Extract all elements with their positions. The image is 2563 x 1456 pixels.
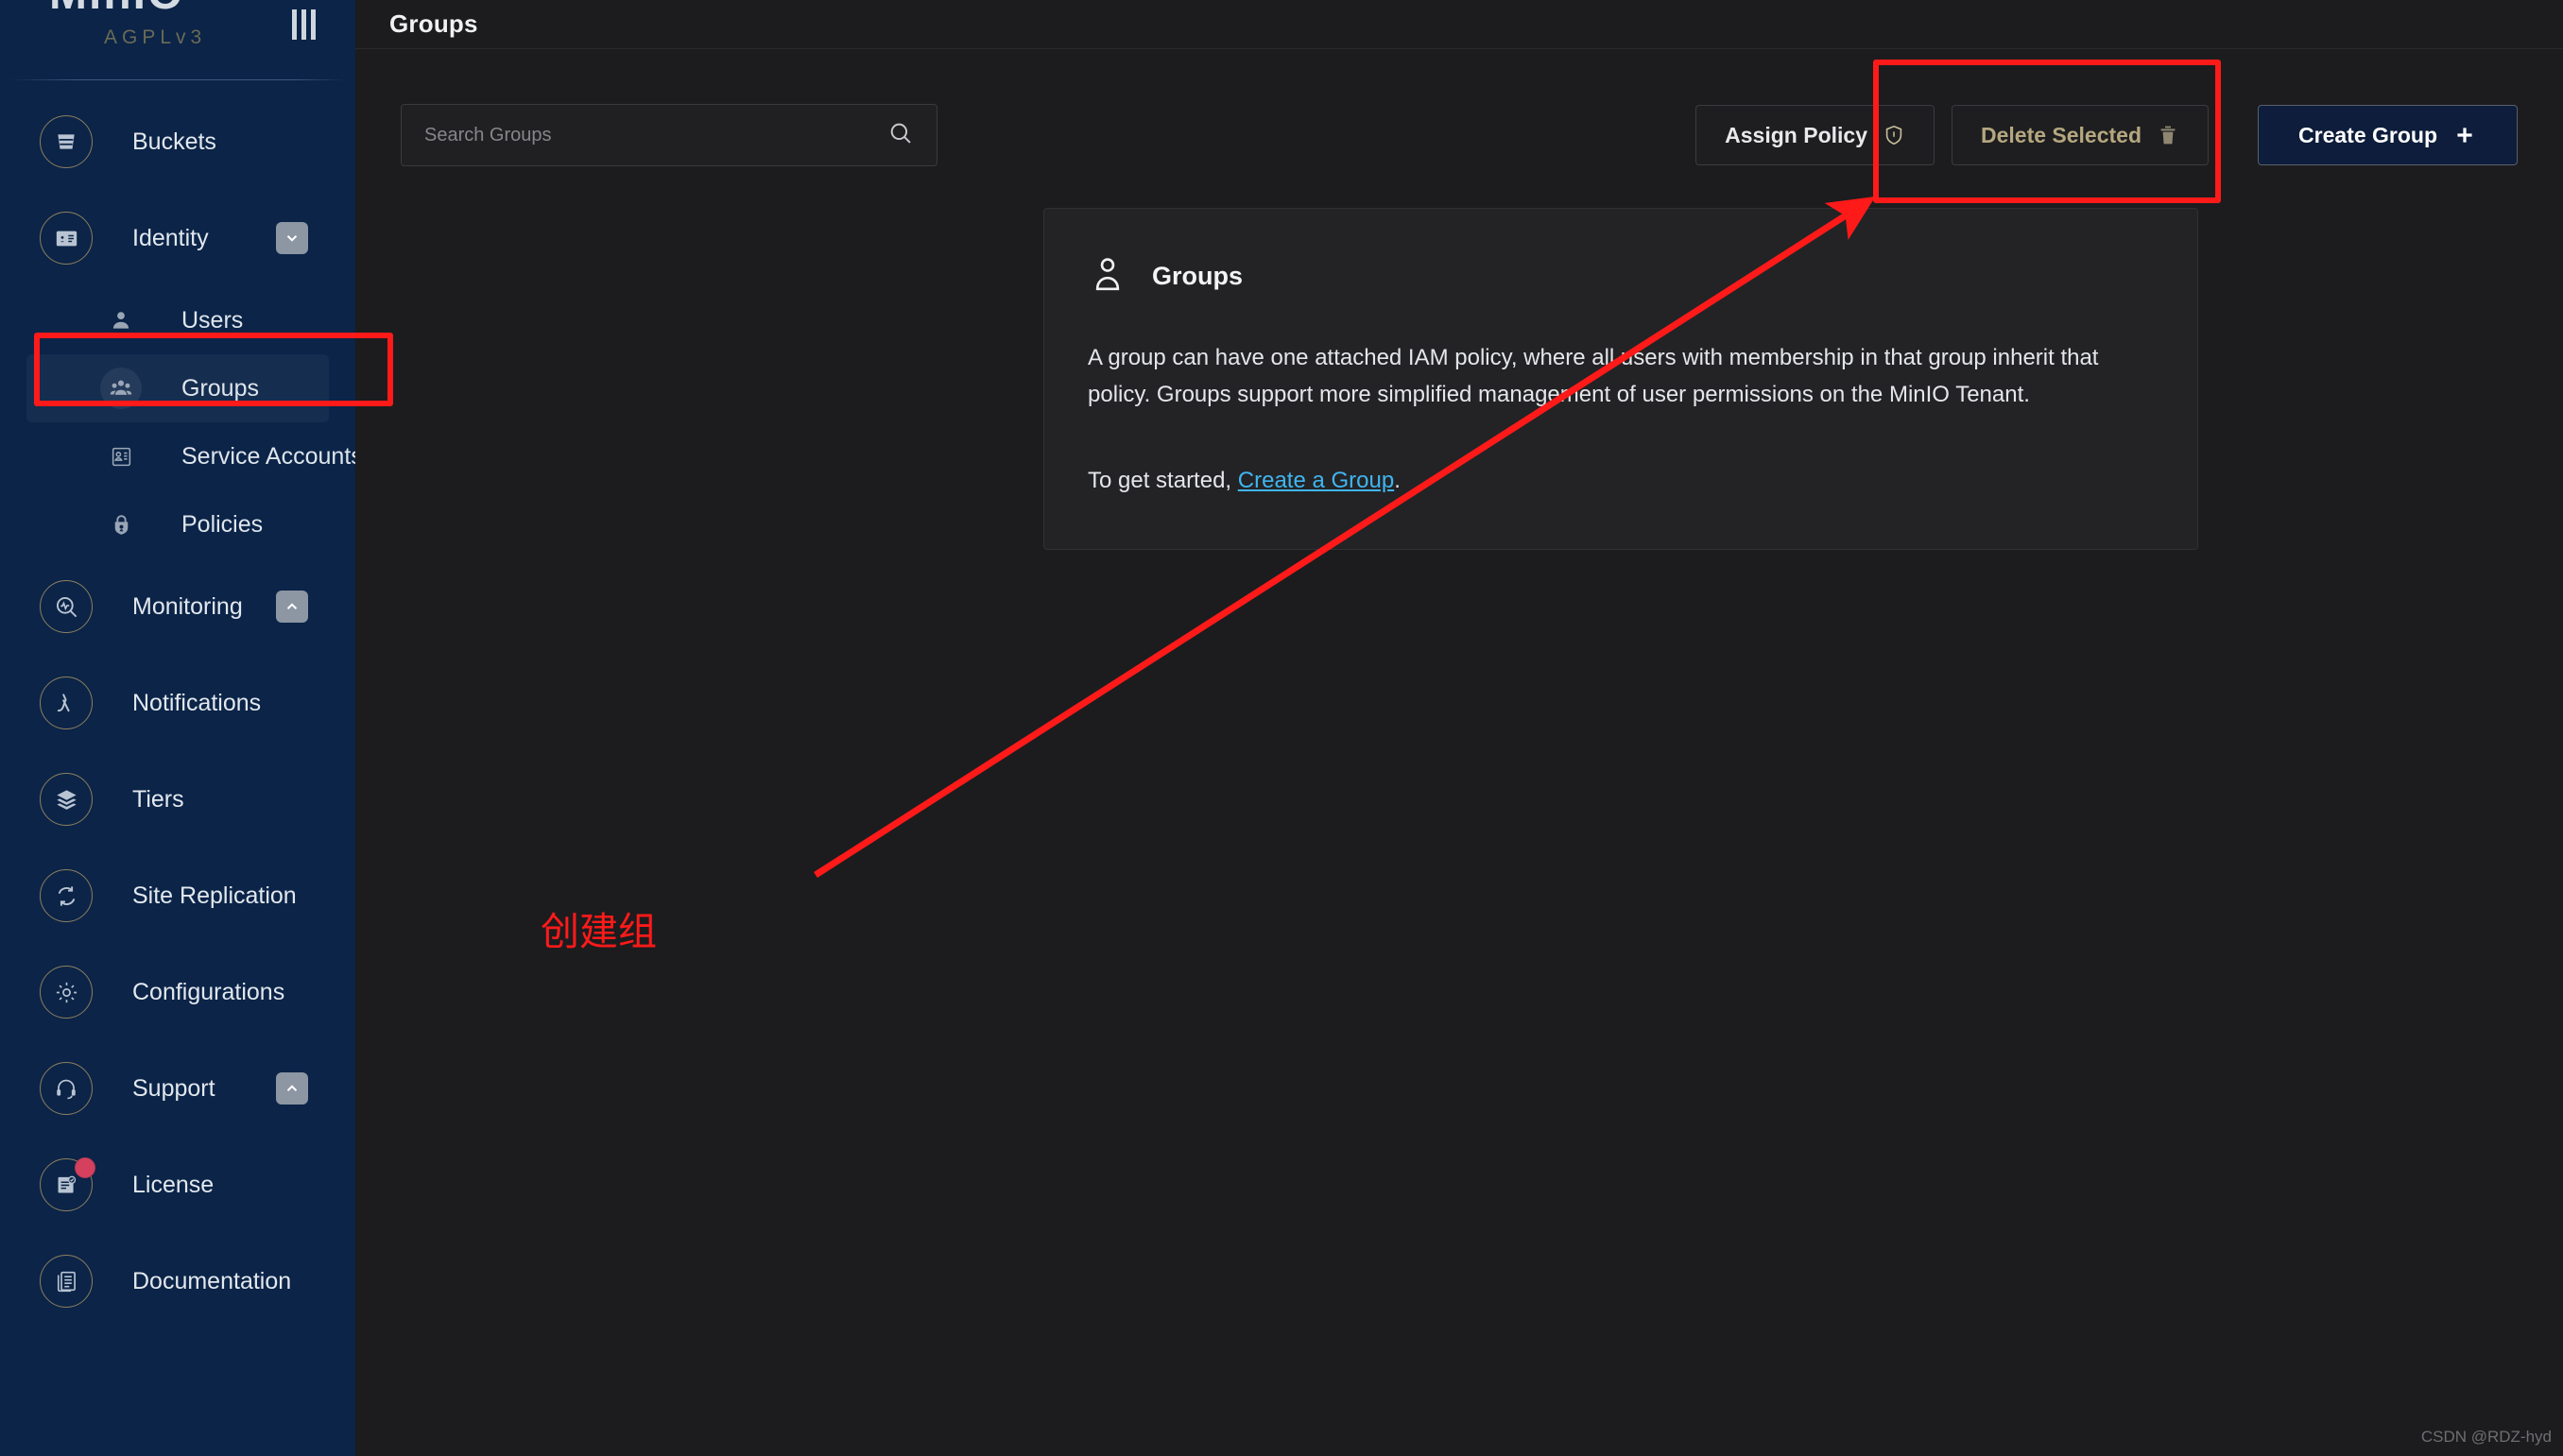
license-doc-icon xyxy=(40,1157,95,1211)
lock-shield-icon xyxy=(100,504,142,545)
license-badge-dot xyxy=(75,1157,95,1178)
sidebar-item-groups[interactable]: Groups xyxy=(26,354,329,422)
sidebar-item-label: Users xyxy=(181,306,244,334)
person-icon xyxy=(1088,254,1127,299)
sidebar-item-label: Buckets xyxy=(132,128,216,155)
sidebar-item-label: Service Accounts xyxy=(181,442,355,470)
sidebar-item-label: Groups xyxy=(181,374,259,402)
collapse-sidebar-icon[interactable] xyxy=(292,9,316,40)
page-header: Groups xyxy=(355,0,2563,49)
panel-get-started: To get started, Create a Group. xyxy=(1088,463,2154,500)
headset-icon xyxy=(40,1062,93,1115)
search-groups-field[interactable] xyxy=(401,104,937,166)
panel-description: A group can have one attached IAM policy… xyxy=(1088,345,2099,407)
trash-icon xyxy=(2157,124,2179,146)
sidebar-item-label: Tiers xyxy=(132,785,184,813)
gear-icon xyxy=(40,966,93,1019)
service-account-icon xyxy=(100,436,142,477)
create-a-group-link[interactable]: Create a Group xyxy=(1238,468,1394,493)
groups-toolbar: Assign Policy Delete Selected xyxy=(355,104,2563,166)
main-area: Groups Assign Policy xyxy=(355,0,2563,1456)
sidebar-item-buckets[interactable]: Buckets xyxy=(0,94,355,190)
sidebar-item-configurations[interactable]: Configurations xyxy=(0,944,355,1040)
create-group-label: Create Group xyxy=(2298,122,2437,147)
user-icon xyxy=(100,300,142,341)
delete-selected-button[interactable]: Delete Selected xyxy=(1951,105,2210,165)
layers-icon xyxy=(40,773,93,826)
minio-logo: MinIO xyxy=(49,0,184,20)
replication-refresh-icon xyxy=(40,869,93,922)
get-started-prefix: To get started, xyxy=(1088,467,1238,493)
panel-title: Groups xyxy=(1152,262,1244,290)
sidebar-item-tiers[interactable]: Tiers xyxy=(0,751,355,848)
sidebar-item-label: Monitoring xyxy=(132,592,243,620)
sidebar-item-monitoring[interactable]: Monitoring xyxy=(0,558,355,655)
get-started-suffix: . xyxy=(1394,467,1401,493)
sidebar-item-label: Policies xyxy=(181,510,264,538)
plus-icon xyxy=(2452,123,2477,147)
sidebar-item-label: Notifications xyxy=(132,689,262,716)
sidebar-item-license[interactable]: License xyxy=(0,1137,355,1233)
sidebar-item-label: Support xyxy=(132,1074,215,1102)
page-content: Assign Policy Delete Selected xyxy=(355,49,2563,550)
create-group-button[interactable]: Create Group xyxy=(2258,105,2518,165)
sidebar-item-label: Site Replication xyxy=(132,882,297,909)
annotation-callout-text: 创建组 xyxy=(541,910,657,953)
sidebar-item-notifications[interactable]: Notifications xyxy=(0,655,355,751)
bucket-icon xyxy=(40,115,93,168)
sidebar-item-policies[interactable]: Policies xyxy=(26,490,329,558)
identity-card-icon xyxy=(40,212,93,265)
minio-console-window: MinIO AGPLv3 Buckets xyxy=(0,0,2563,1456)
search-input[interactable] xyxy=(424,124,887,146)
sidebar-item-label: License xyxy=(132,1171,215,1198)
sidebar-item-identity[interactable]: Identity xyxy=(0,190,355,286)
shield-icon xyxy=(1883,124,1905,146)
page-title: Groups xyxy=(389,9,478,38)
chevron-down-icon[interactable] xyxy=(276,222,308,254)
sidebar-item-label: Documentation xyxy=(132,1267,292,1294)
delete-selected-label: Delete Selected xyxy=(1980,122,2142,147)
sidebar-item-service-accounts[interactable]: Service Accounts xyxy=(26,422,355,490)
sidebar-item-label: Configurations xyxy=(132,978,285,1005)
chevron-up-icon[interactable] xyxy=(276,1072,308,1105)
sidebar-item-users[interactable]: Users xyxy=(26,286,329,354)
sidebar-item-documentation[interactable]: Documentation xyxy=(0,1233,355,1329)
watermark: CSDN @RDZ-hyd xyxy=(2420,1428,2552,1446)
lambda-icon xyxy=(40,677,93,729)
documentation-icon xyxy=(40,1255,93,1308)
assign-policy-button[interactable]: Assign Policy xyxy=(1695,105,1935,165)
groups-info-panel: Groups A group can have one attached IAM… xyxy=(1043,208,2198,550)
panel-header: Groups xyxy=(1088,254,2154,299)
sidebar: MinIO AGPLv3 Buckets xyxy=(0,0,355,1456)
search-icon[interactable] xyxy=(887,120,914,151)
sidebar-item-site-replication[interactable]: Site Replication xyxy=(0,848,355,944)
groups-icon xyxy=(100,368,142,409)
chevron-up-icon[interactable] xyxy=(276,591,308,623)
sidebar-nav: Buckets Identity Users Groups Service Ac… xyxy=(0,80,355,1456)
assign-policy-label: Assign Policy xyxy=(1725,122,1867,147)
brand-header: MinIO AGPLv3 xyxy=(0,0,355,66)
sidebar-item-label: Identity xyxy=(132,224,209,251)
sidebar-item-support[interactable]: Support xyxy=(0,1040,355,1137)
license-label: AGPLv3 xyxy=(104,26,207,48)
monitoring-magnifier-icon xyxy=(40,580,93,633)
